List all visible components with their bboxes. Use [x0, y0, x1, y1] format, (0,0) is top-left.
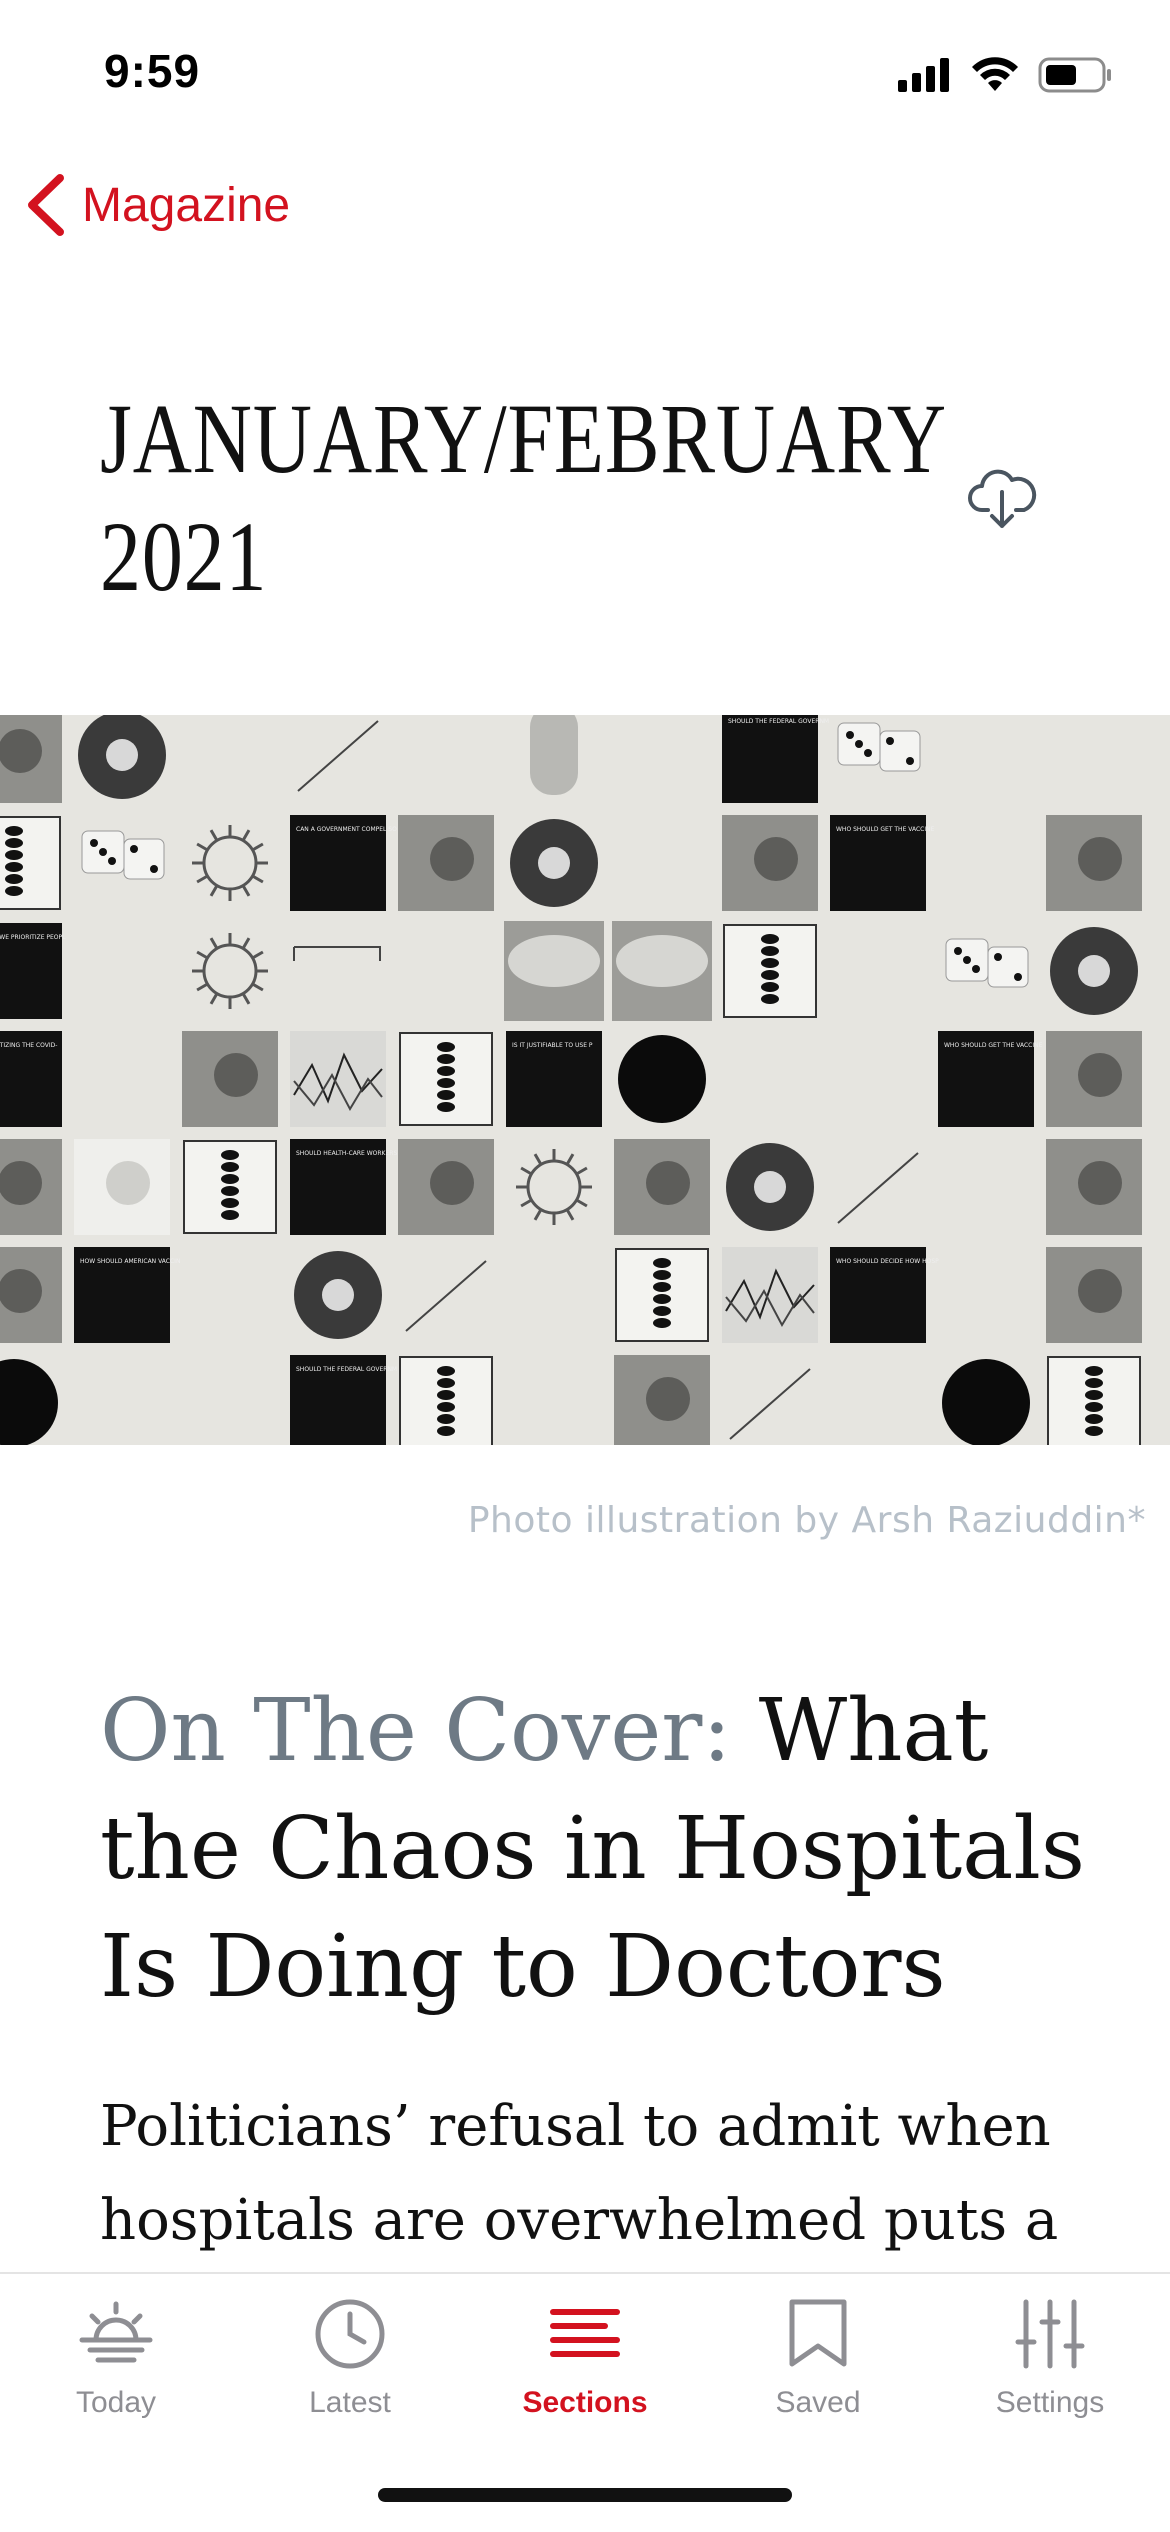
photo-caption: Photo illustration by Arsh Raziuddin* — [467, 1500, 1146, 1541]
cloud-download-icon — [968, 469, 1037, 528]
tab-label-saved: Saved — [775, 2386, 861, 2419]
collage-card-text: WHO SHOULD DECIDE HOW HOSP — [836, 1258, 939, 1265]
collage-card-text: IS PRIORITIZING THE COVID- — [0, 1042, 57, 1049]
download-button[interactable] — [966, 462, 1038, 534]
status-time: 9:59 — [104, 45, 201, 97]
tab-today[interactable]: Today — [16, 2294, 216, 2474]
headline-kicker: On The Cover: — [100, 1681, 732, 1781]
tab-label-settings: Settings — [995, 2386, 1105, 2419]
battery-icon — [1038, 57, 1111, 93]
bookmark-icon — [789, 2299, 847, 2367]
article-headline[interactable]: On The Cover: What the Chaos in Hospital… — [100, 1672, 1100, 2026]
status-bar: 9:59 — [0, 0, 1170, 150]
collage-card-text: CAN A GOVERNMENT COMPEL SO — [296, 826, 397, 833]
collage-black-circle — [942, 1359, 1030, 1445]
collage-card-text: HOW SHOULD AMERICAN VACCIN — [80, 1258, 180, 1265]
article-dek: Politicians’ refusal to admit when hospi… — [100, 2094, 1059, 2253]
cover-illustration[interactable]: SHOULD THE FEDERAL GOVERNM CAN A GOVERNME… — [0, 715, 1170, 1445]
tab-saved[interactable]: Saved — [718, 2294, 918, 2474]
tab-label-today: Today — [75, 2386, 157, 2419]
collage-card-text: SHOULD HEALTH-CARE WORKERS — [296, 1150, 397, 1157]
tab-sections[interactable]: Sections — [485, 2294, 685, 2474]
tab-label-latest: Latest — [309, 2386, 391, 2419]
wifi-icon — [972, 57, 1018, 91]
cellular-signal-icon — [898, 58, 949, 92]
collage-card-text: WHO SHOULD GET THE VACCINE — [944, 1042, 1043, 1049]
collage-card-text: WHO SHOULD GET THE VACCINE — [836, 826, 935, 833]
collage-black-circle — [618, 1035, 706, 1123]
menu-lines-icon — [550, 2309, 620, 2357]
collage-card-text: SHOULD THE FEDERAL GOVERNM — [296, 1366, 397, 1373]
sliders-icon — [1015, 2299, 1085, 2369]
home-indicator — [378, 2488, 792, 2502]
cover-collage: SHOULD THE FEDERAL GOVERNM CAN A GOVERNME… — [0, 715, 1170, 1445]
chevron-left-icon — [28, 174, 64, 236]
collage-card-text: IS IT JUSTIFIABLE TO USE P — [512, 1042, 593, 1049]
status-icons — [898, 50, 1114, 100]
issue-title-line2: 2021 — [100, 501, 268, 612]
collage-question-card — [722, 715, 818, 803]
back-button-label: Magazine — [82, 178, 291, 232]
issue-title: JANUARY/FEBRUARY 2021 — [100, 380, 947, 616]
back-button[interactable]: Magazine — [24, 170, 290, 240]
clock-icon — [315, 2299, 385, 2369]
collage-card-text: SHOULD THE FEDERAL GOVERNM — [728, 718, 829, 725]
issue-title-line1: JANUARY/FEBRUARY — [100, 383, 947, 494]
tab-latest[interactable]: Latest — [250, 2294, 450, 2474]
collage-card-text: SHOULD WE PRIORITIZE PEOPL — [0, 934, 66, 941]
collage-test-tube — [530, 715, 578, 795]
sunrise-icon — [79, 2301, 153, 2363]
tab-settings[interactable]: Settings — [950, 2294, 1150, 2474]
tab-label-sections: Sections — [522, 2386, 648, 2419]
